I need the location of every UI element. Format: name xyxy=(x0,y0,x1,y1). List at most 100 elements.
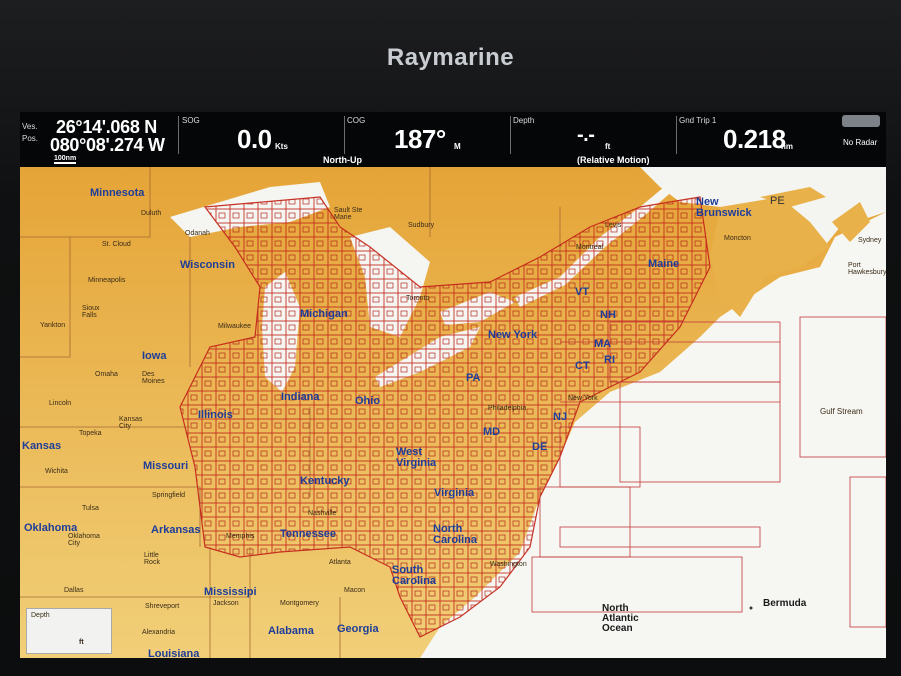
city-label: Jackson xyxy=(213,600,239,607)
device-bezel: Raymarine Ves. Pos. 26°14'.068 N 080°08'… xyxy=(0,0,901,676)
cog-unit: M xyxy=(454,142,461,151)
city-label: Nashville xyxy=(308,510,337,517)
depth-mini-label: Depth xyxy=(31,612,50,619)
depth-cell[interactable]: Depth -.- ft (Relative Motion) xyxy=(511,112,676,167)
city-label: Yankton xyxy=(40,322,66,329)
state-label: Michigan xyxy=(300,308,348,320)
city-label: Montgomery xyxy=(280,600,319,607)
city-label: New York xyxy=(568,395,598,402)
state-label: Georgia xyxy=(337,623,379,635)
city-label: Port Hawkesbury xyxy=(848,262,886,276)
map-graphics xyxy=(20,167,886,658)
city-label: Macon xyxy=(344,587,366,594)
depth-unit: ft xyxy=(605,142,611,151)
state-label: NH xyxy=(600,309,616,321)
city-label: Dallas xyxy=(64,587,84,594)
city-label: Topeka xyxy=(79,430,102,437)
cog-value: 187° xyxy=(394,124,446,154)
state-label: Arkansas xyxy=(151,524,201,536)
city-label: Oklahoma City xyxy=(68,533,100,547)
state-label: RI xyxy=(604,354,615,366)
depth-mini-unit: ft xyxy=(79,639,84,646)
state-label: Missouri xyxy=(143,460,189,472)
state-label: Minnesota xyxy=(90,187,145,199)
state-label: Wisconsin xyxy=(180,259,235,271)
bermuda-marker xyxy=(749,606,753,610)
trip-cell[interactable]: Gnd Trip 1 0.218 nm xyxy=(677,112,842,167)
state-label: Kentucky xyxy=(300,475,350,487)
motion-mode[interactable]: (Relative Motion) xyxy=(577,155,650,165)
city-label: Milwaukee xyxy=(218,323,252,330)
state-label: PE xyxy=(770,195,785,207)
city-label: Shreveport xyxy=(145,603,180,610)
city-label: Sudbury xyxy=(408,222,435,229)
state-label: Tennessee xyxy=(280,528,337,540)
cog-cell[interactable]: COG 187° M North-Up xyxy=(323,112,510,167)
sog-cell[interactable]: SOG 0.0 Kts xyxy=(179,112,344,167)
state-label: DE xyxy=(532,441,548,453)
city-label: Lincoln xyxy=(49,400,72,407)
brand-logo: Raymarine xyxy=(386,44,515,71)
state-label: Mississipi xyxy=(204,586,257,598)
state-label: New Brunswick xyxy=(696,196,752,219)
sog-unit: Kts xyxy=(275,142,288,151)
depth-label: Depth xyxy=(513,116,535,125)
state-label: West Virginia xyxy=(396,446,437,469)
ocean-label: North Atlantic Ocean xyxy=(602,603,639,634)
chart-map[interactable]: Minnesota Wisconsin Michigan Iowa Illino… xyxy=(20,167,886,658)
city-label: Toronto xyxy=(406,295,430,302)
city-label: Levis xyxy=(605,222,622,229)
city-label: Des Moines xyxy=(142,371,165,385)
radar-status: No Radar xyxy=(843,138,878,147)
city-label: Odanah xyxy=(185,230,210,237)
city-label: Philadelphia xyxy=(488,405,527,412)
ocean-label: Gulf Stream xyxy=(820,407,863,416)
radar-button[interactable] xyxy=(842,115,880,127)
city-label: Duluth xyxy=(141,210,162,217)
city-label: Kansas City xyxy=(119,416,143,430)
state-label: Alabama xyxy=(268,625,314,637)
cog-label: COG xyxy=(347,116,366,125)
state-label: Illinois xyxy=(198,409,233,421)
state-label: Virginia xyxy=(434,487,475,499)
state-label: Kansas xyxy=(22,440,62,452)
city-label: Moncton xyxy=(724,235,751,242)
state-label: MA xyxy=(594,338,612,350)
city-label: Little Rock xyxy=(144,552,160,566)
chart-orientation[interactable]: North-Up xyxy=(323,155,362,165)
city-label: Sydney xyxy=(858,237,882,244)
state-label: Indiana xyxy=(281,391,320,403)
scale-label: 100nm xyxy=(54,155,77,164)
city-label: St. Cloud xyxy=(102,241,131,248)
city-label: Tulsa xyxy=(82,505,99,512)
city-label: Minneapolis xyxy=(88,277,126,284)
state-label: VT xyxy=(575,286,590,298)
depth-mini-panel[interactable]: Depth ft xyxy=(26,608,112,654)
state-label: North Carolina xyxy=(433,523,478,546)
position-cell: Ves. Pos. 26°14'.068 N 080°08'.274 W 100… xyxy=(20,112,178,167)
city-label: Wichita xyxy=(45,468,68,475)
city-label: Sault Ste Marie xyxy=(334,207,363,221)
state-label: South Carolina xyxy=(392,564,437,587)
state-label: New York xyxy=(488,329,538,341)
position-label-bottom: Pos. xyxy=(22,134,39,143)
data-bar: Ves. Pos. 26°14'.068 N 080°08'.274 W 100… xyxy=(20,112,886,167)
state-label: Louisiana xyxy=(148,648,200,658)
sog-label: SOG xyxy=(182,116,200,125)
trip-value: 0.218 xyxy=(723,124,786,154)
position-label-top: Ves. xyxy=(22,122,38,131)
city-label: Washington xyxy=(490,561,527,568)
state-label: CT xyxy=(575,360,590,372)
city-label: Springfield xyxy=(152,492,186,499)
display-screen: Ves. Pos. 26°14'.068 N 080°08'.274 W 100… xyxy=(20,112,886,658)
ocean-label: Bermuda xyxy=(763,598,807,609)
city-label: Alexandria xyxy=(142,629,176,636)
city-label: Sioux Falls xyxy=(82,305,100,319)
state-label: MD xyxy=(483,426,501,438)
state-label: Ohio xyxy=(355,395,381,407)
state-label: Iowa xyxy=(142,350,167,362)
depth-value: -.- xyxy=(577,124,595,146)
trip-label: Gnd Trip 1 xyxy=(679,116,717,125)
city-label: Memphis xyxy=(226,533,255,540)
trip-unit: nm xyxy=(781,142,793,151)
